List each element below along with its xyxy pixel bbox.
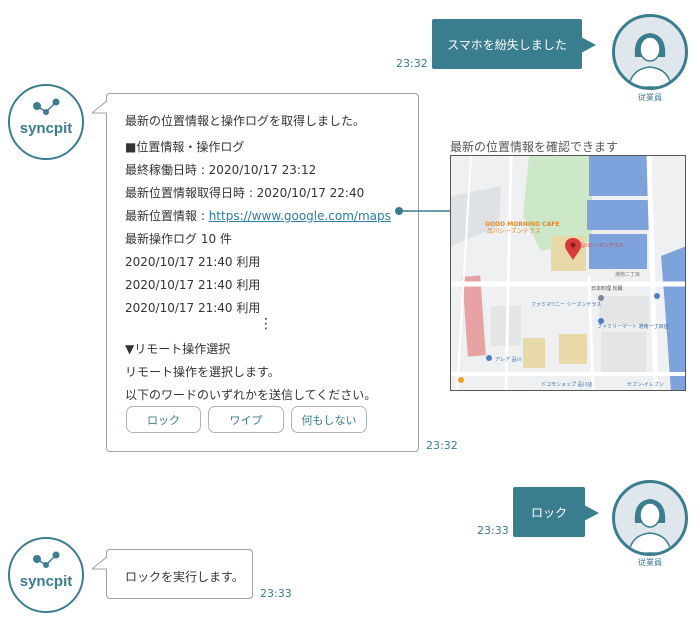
map-image: GOOD MORNING CAFE 品川シーズンテラス 品川シーズンテラス 日本… (451, 156, 685, 390)
maps-link[interactable]: https://www.google.com/maps (209, 209, 391, 223)
bot-name: syncpit (20, 573, 73, 590)
wipe-button[interactable]: ワイプ (208, 406, 284, 433)
employee-avatar (612, 14, 688, 90)
ellipsis-vertical: ⋮ (259, 316, 273, 332)
map-label: ファミマ!!ニー シーズンテラス (531, 301, 601, 308)
message-line: 最新の位置情報と操作ログを取得しました。 (125, 114, 366, 128)
log-entry: 2020/10/17 21:40 利用 (125, 278, 261, 292)
employee-avatar (612, 480, 688, 556)
link-connector (395, 207, 451, 215)
user-message-text: スマホを紛失しました (447, 37, 567, 52)
log-entry: 2020/10/17 21:40 利用 (125, 255, 261, 269)
bot-name: syncpit (20, 120, 73, 137)
person-icon (628, 33, 672, 87)
section-heading: ▼リモート操作選択 (125, 342, 231, 356)
map-label: 日本料理 松籟 (591, 285, 623, 292)
message-line: 最終稼働日時 : 2020/10/17 23:12 (125, 163, 317, 177)
map-label: セブン-イレブン (627, 381, 664, 388)
message-time: 23:32 (426, 439, 458, 452)
syncpit-logo-icon: syncpit (20, 98, 73, 137)
person-icon (628, 499, 672, 553)
map-label: 品川シーズンテラス (579, 242, 624, 249)
message-line: ロックを実行します。 (125, 570, 244, 584)
section-heading: ■位置情報・操作ログ (125, 140, 245, 154)
bot-avatar: syncpit (8, 537, 84, 613)
employee-caption: 従業員 (638, 93, 662, 102)
employee-caption: 従業員 (638, 558, 662, 567)
bubble-tail (92, 100, 108, 114)
message-line: リモート操作を選択します。 (125, 365, 280, 379)
map-label: アレア 品川 (495, 357, 522, 363)
user-message-bubble: ロック (513, 487, 599, 537)
user-message-bubble: スマホを紛失しました (432, 19, 596, 69)
map-caption: 最新の位置情報を確認できます (450, 140, 619, 154)
message-line: 以下のワードのいずれかを送信してください。 (125, 388, 377, 402)
lock-button[interactable]: ロック (126, 406, 201, 433)
message-line: 最新位置情報取得日時 : 2020/10/17 22:40 (125, 186, 365, 200)
map-label: ファミリーマート 港南一丁目店 (597, 323, 669, 330)
log-entry: 2020/10/17 21:40 利用 (125, 301, 261, 315)
bubble-tail (92, 556, 108, 570)
do-nothing-button[interactable]: 何もしない (291, 406, 367, 433)
message-time: 23:33 (260, 587, 292, 600)
map-label: ドコモショップ 品川店 (541, 381, 593, 388)
user-message-text: ロック (530, 505, 567, 520)
bot-message-bubble: 最新の位置情報と操作ログを取得しました。 ■位置情報・操作ログ 最終稼働日時 :… (92, 93, 419, 452)
map-preview[interactable]: GOOD MORNING CAFE 品川シーズンテラス 品川シーズンテラス 日本… (450, 155, 686, 391)
bot-avatar: syncpit (8, 84, 84, 160)
message-time: 23:32 (396, 57, 428, 70)
map-label: 港南二丁目 (615, 271, 640, 278)
syncpit-logo-icon: syncpit (20, 551, 73, 590)
message-line: 最新操作ログ 10 件 (125, 232, 232, 246)
location-label: 最新位置情報 : (125, 209, 209, 223)
location-line: 最新位置情報 : https://www.google.com/maps (125, 207, 391, 224)
map-label: 品川シーズンテラス (487, 227, 541, 235)
bot-message-bubble: ロックを実行します。 (92, 549, 253, 599)
map-label: GOOD MORNING CAFE (485, 221, 559, 228)
message-time: 23:33 (477, 524, 509, 537)
